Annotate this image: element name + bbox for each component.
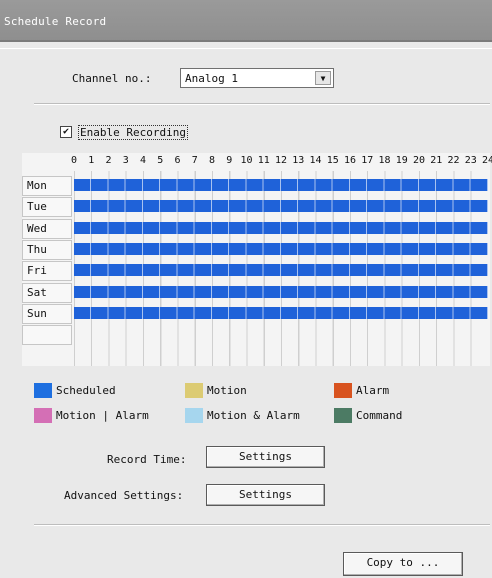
hour-label: 8 bbox=[208, 155, 216, 166]
title-bar: Schedule Record bbox=[0, 0, 492, 42]
schedule-row[interactable]: Mon bbox=[22, 176, 490, 197]
channel-select-value: Analog 1 bbox=[185, 72, 238, 85]
day-label: Tue bbox=[22, 197, 72, 218]
hour-label: 4 bbox=[139, 155, 147, 166]
hour-label: 0 bbox=[70, 155, 78, 166]
window-title: Schedule Record bbox=[4, 15, 107, 28]
hour-label: 11 bbox=[257, 155, 270, 166]
hour-label: 5 bbox=[157, 155, 164, 166]
record-time-settings-button[interactable]: Settings bbox=[206, 446, 325, 468]
hour-label: 16 bbox=[343, 155, 357, 166]
scheduled-bar[interactable] bbox=[74, 221, 488, 234]
schedule-row[interactable]: Fri bbox=[22, 261, 490, 282]
schedule-row[interactable]: Tue bbox=[22, 197, 490, 218]
hour-label: 18 bbox=[378, 155, 391, 166]
hour-label: 24 bbox=[481, 155, 492, 166]
scheduled-bar[interactable] bbox=[74, 306, 488, 319]
hour-label: 17 bbox=[361, 155, 374, 166]
chevron-down-icon[interactable]: ▼ bbox=[315, 71, 331, 85]
scheduled-bar[interactable] bbox=[74, 264, 488, 277]
day-label: Wed bbox=[22, 218, 72, 239]
hour-axis: 0 1 2 3 4 5 6 7 8 9 10 11 12 13 14 15 16 17 18 19 20 21 22 23 24 bbox=[22, 155, 492, 169]
copy-to-button[interactable]: Copy to ... bbox=[343, 552, 463, 576]
legend-label: Alarm bbox=[356, 384, 390, 397]
hour-label: 3 bbox=[122, 155, 129, 166]
day-label: Thu bbox=[22, 239, 72, 260]
hour-label: 19 bbox=[395, 155, 408, 166]
hour-label: 2 bbox=[105, 155, 112, 166]
schedule-row[interactable]: Sat bbox=[22, 282, 490, 304]
hour-label: 12 bbox=[274, 155, 288, 166]
hour-label: 21 bbox=[430, 155, 443, 166]
hour-label: 7 bbox=[191, 155, 198, 166]
day-label: Sun bbox=[22, 303, 72, 324]
legend-label: Motion bbox=[207, 384, 247, 397]
legend-swatch bbox=[34, 383, 52, 398]
day-label: Fri bbox=[22, 261, 72, 282]
divider bbox=[34, 103, 490, 105]
hour-label: 23 bbox=[464, 155, 477, 166]
legend-swatch bbox=[34, 408, 52, 423]
hour-label: 6 bbox=[174, 155, 181, 166]
legend-swatch bbox=[185, 383, 203, 398]
legend-label: Motion | Alarm bbox=[56, 409, 149, 422]
legend-swatch bbox=[334, 383, 352, 398]
scheduled-bar[interactable] bbox=[74, 179, 488, 191]
record-time-label: Record Time: bbox=[107, 453, 187, 466]
day-label: Mon bbox=[22, 176, 72, 196]
hour-label: 14 bbox=[309, 155, 322, 166]
scheduled-bar[interactable] bbox=[74, 242, 488, 255]
advanced-settings-label: Advanced Settings: bbox=[64, 489, 184, 502]
hour-label: 13 bbox=[292, 155, 305, 166]
enable-recording-checkbox[interactable]: ✔ bbox=[60, 126, 72, 138]
legend-swatch bbox=[185, 408, 203, 423]
hour-label: 22 bbox=[447, 155, 460, 166]
legend-label: Command bbox=[356, 409, 403, 422]
legend-swatch bbox=[334, 408, 352, 423]
divider bbox=[34, 524, 490, 526]
schedule-row-empty bbox=[22, 325, 490, 346]
hour-label: 15 bbox=[326, 155, 339, 166]
legend-label: Scheduled bbox=[56, 384, 116, 397]
enable-recording-label[interactable]: Enable Recording bbox=[78, 125, 188, 140]
hour-label: 9 bbox=[226, 155, 233, 166]
divider bbox=[0, 48, 492, 49]
hour-label: 1 bbox=[88, 155, 95, 166]
day-label-empty bbox=[22, 325, 72, 346]
channel-select[interactable]: Analog 1 ▼ bbox=[180, 68, 334, 88]
scheduled-bar[interactable] bbox=[74, 200, 488, 213]
scheduled-bar[interactable] bbox=[74, 285, 488, 298]
advanced-settings-button[interactable]: Settings bbox=[206, 484, 325, 506]
channel-label: Channel no.: bbox=[72, 72, 152, 85]
schedule-row[interactable]: Sun bbox=[22, 303, 490, 325]
day-label: Sat bbox=[22, 282, 72, 303]
hour-label: 20 bbox=[412, 155, 426, 166]
schedule-row[interactable]: Wed bbox=[22, 218, 490, 240]
schedule-row[interactable]: Thu bbox=[22, 239, 490, 261]
hour-label: 10 bbox=[240, 155, 253, 166]
legend-label: Motion & Alarm bbox=[207, 409, 300, 422]
